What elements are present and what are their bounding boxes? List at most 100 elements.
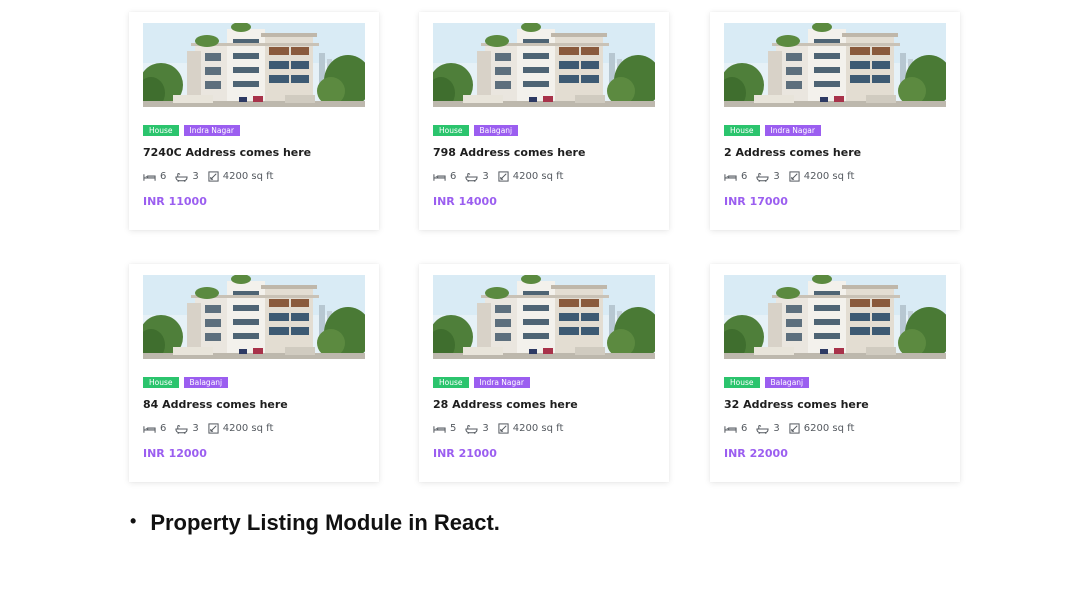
area-icon bbox=[208, 171, 219, 182]
property-type-tag: House bbox=[143, 377, 179, 388]
bathrooms-count: 3 bbox=[192, 423, 199, 434]
bed-icon bbox=[433, 424, 446, 434]
property-price: INR 22000 bbox=[724, 447, 788, 460]
tag-row: House Balaganj bbox=[143, 377, 229, 388]
bathtub-icon bbox=[465, 172, 478, 182]
property-specs: 6 3 4200 sq ft bbox=[143, 171, 282, 182]
property-specs: 6 3 6200 sq ft bbox=[724, 423, 863, 434]
location-tag: Indra Nagar bbox=[764, 125, 821, 136]
property-image[interactable] bbox=[143, 275, 365, 359]
bathrooms: 3 bbox=[465, 423, 489, 434]
bathtub-icon bbox=[465, 424, 478, 434]
property-card[interactable]: House Indra Nagar 2 Address comes here 6… bbox=[710, 12, 960, 230]
property-card[interactable]: House Balaganj 84 Address comes here 6 3… bbox=[129, 264, 379, 482]
property-address[interactable]: 2 Address comes here bbox=[724, 146, 861, 159]
area: 4200 sq ft bbox=[208, 171, 274, 182]
bed-icon bbox=[724, 172, 737, 182]
area-icon bbox=[789, 171, 800, 182]
bed-icon bbox=[143, 424, 156, 434]
caption-text: Property Listing Module in React. bbox=[150, 510, 500, 535]
tag-row: House Balaganj bbox=[433, 125, 519, 136]
area-value: 4200 sq ft bbox=[222, 423, 274, 434]
area: 4200 sq ft bbox=[498, 423, 564, 434]
bathrooms: 3 bbox=[175, 171, 199, 182]
property-price: INR 14000 bbox=[433, 195, 497, 208]
bathrooms: 3 bbox=[756, 423, 780, 434]
tag-row: House Indra Nagar bbox=[724, 125, 821, 136]
property-card[interactable]: House Indra Nagar 28 Address comes here … bbox=[419, 264, 669, 482]
location-tag: Indra Nagar bbox=[183, 125, 240, 136]
area-icon bbox=[789, 423, 800, 434]
bathtub-icon bbox=[175, 172, 188, 182]
location-tag: Balaganj bbox=[764, 377, 810, 388]
bedrooms: 6 bbox=[724, 171, 747, 182]
property-image[interactable] bbox=[724, 23, 946, 107]
property-image[interactable] bbox=[143, 23, 365, 107]
bathrooms-count: 3 bbox=[192, 171, 199, 182]
bedrooms-count: 6 bbox=[160, 423, 167, 434]
area: 4200 sq ft bbox=[498, 171, 564, 182]
area-value: 4200 sq ft bbox=[512, 171, 564, 182]
location-tag: Balaganj bbox=[473, 125, 519, 136]
area-value: 6200 sq ft bbox=[803, 423, 855, 434]
location-tag: Indra Nagar bbox=[473, 377, 530, 388]
property-address[interactable]: 32 Address comes here bbox=[724, 398, 869, 411]
property-address[interactable]: 84 Address comes here bbox=[143, 398, 288, 411]
tag-row: House Balaganj bbox=[724, 377, 810, 388]
property-image[interactable] bbox=[724, 275, 946, 359]
bathrooms-count: 3 bbox=[482, 423, 489, 434]
area: 4200 sq ft bbox=[789, 171, 855, 182]
bathrooms-count: 3 bbox=[773, 171, 780, 182]
property-specs: 6 3 4200 sq ft bbox=[143, 423, 282, 434]
bed-icon bbox=[433, 172, 446, 182]
bullet-point: • bbox=[130, 510, 137, 531]
bedrooms: 6 bbox=[143, 171, 166, 182]
property-type-tag: House bbox=[433, 125, 469, 136]
area-icon bbox=[498, 423, 509, 434]
area: 6200 sq ft bbox=[789, 423, 855, 434]
property-image[interactable] bbox=[433, 23, 655, 107]
area: 4200 sq ft bbox=[208, 423, 274, 434]
area-icon bbox=[208, 423, 219, 434]
bathrooms: 3 bbox=[465, 171, 489, 182]
property-address[interactable]: 7240C Address comes here bbox=[143, 146, 311, 159]
property-address[interactable]: 28 Address comes here bbox=[433, 398, 578, 411]
property-specs: 5 3 4200 sq ft bbox=[433, 423, 572, 434]
bathtub-icon bbox=[756, 424, 769, 434]
property-card[interactable]: House Balaganj 32 Address comes here 6 3… bbox=[710, 264, 960, 482]
bedrooms: 6 bbox=[433, 171, 456, 182]
property-price: INR 21000 bbox=[433, 447, 497, 460]
bathtub-icon bbox=[756, 172, 769, 182]
area-value: 4200 sq ft bbox=[222, 171, 274, 182]
property-specs: 6 3 4200 sq ft bbox=[433, 171, 572, 182]
property-type-tag: House bbox=[724, 377, 760, 388]
bed-icon bbox=[143, 172, 156, 182]
tag-row: House Indra Nagar bbox=[433, 377, 530, 388]
bedrooms-count: 5 bbox=[450, 423, 457, 434]
area-value: 4200 sq ft bbox=[803, 171, 855, 182]
location-tag: Balaganj bbox=[183, 377, 229, 388]
property-type-tag: House bbox=[433, 377, 469, 388]
area-icon bbox=[498, 171, 509, 182]
property-specs: 6 3 4200 sq ft bbox=[724, 171, 863, 182]
bathrooms-count: 3 bbox=[482, 171, 489, 182]
property-type-tag: House bbox=[143, 125, 179, 136]
slide-caption: • Property Listing Module in React. bbox=[130, 510, 500, 536]
bathrooms: 3 bbox=[756, 171, 780, 182]
bathtub-icon bbox=[175, 424, 188, 434]
property-image[interactable] bbox=[433, 275, 655, 359]
tag-row: House Indra Nagar bbox=[143, 125, 240, 136]
property-price: INR 17000 bbox=[724, 195, 788, 208]
property-address[interactable]: 798 Address comes here bbox=[433, 146, 585, 159]
bedrooms: 6 bbox=[724, 423, 747, 434]
property-price: INR 11000 bbox=[143, 195, 207, 208]
bedrooms-count: 6 bbox=[160, 171, 167, 182]
bedrooms: 5 bbox=[433, 423, 456, 434]
bedrooms-count: 6 bbox=[741, 423, 748, 434]
area-value: 4200 sq ft bbox=[512, 423, 564, 434]
property-card[interactable]: House Indra Nagar 7240C Address comes he… bbox=[129, 12, 379, 230]
bedrooms-count: 6 bbox=[741, 171, 748, 182]
property-card[interactable]: House Balaganj 798 Address comes here 6 … bbox=[419, 12, 669, 230]
bathrooms: 3 bbox=[175, 423, 199, 434]
bathrooms-count: 3 bbox=[773, 423, 780, 434]
